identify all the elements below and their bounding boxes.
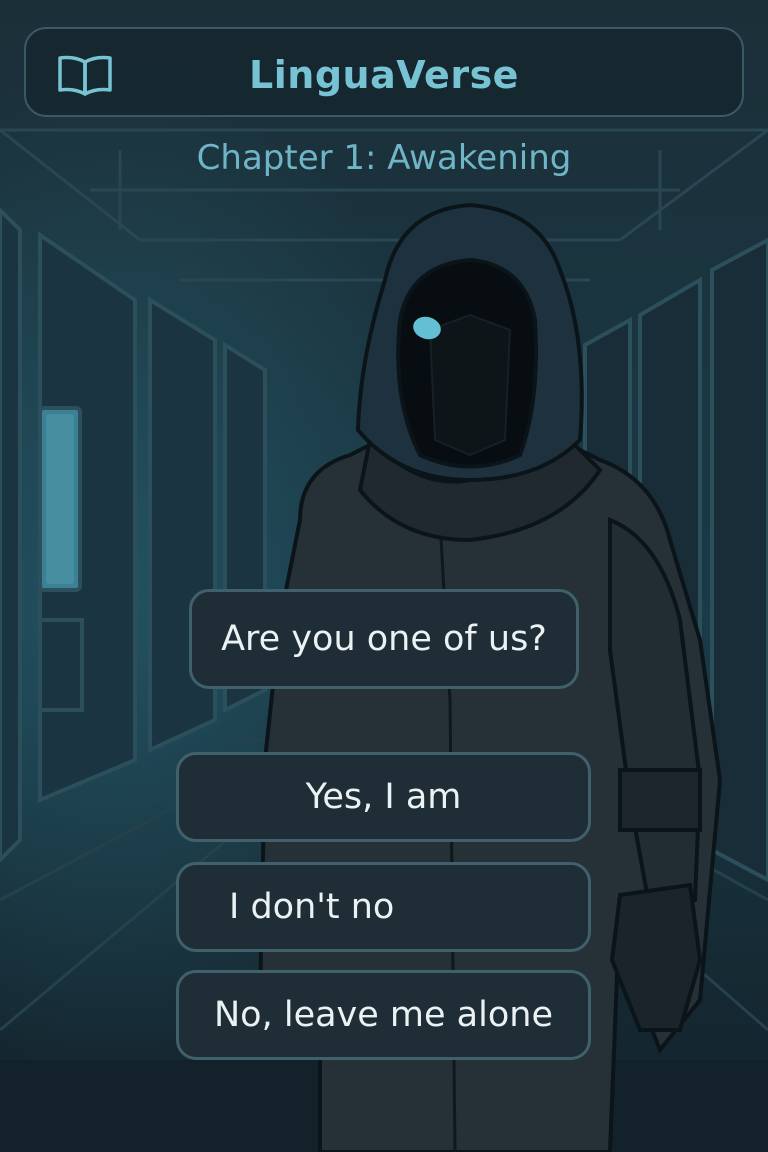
npc-question-bubble: Are you one of us? [189,589,579,689]
game-screen: LinguaVerse Chapter 1: Awakening Are you… [0,0,768,1152]
choice-button-no[interactable]: No, leave me alone [176,970,591,1060]
choice-button-yes[interactable]: Yes, I am [176,752,591,842]
chapter-title: Chapter 1: Awakening [196,138,572,178]
choice-button-dont-know[interactable]: I don't no [176,862,591,952]
app-header: LinguaVerse [24,27,744,117]
app-title: LinguaVerse [249,53,519,97]
